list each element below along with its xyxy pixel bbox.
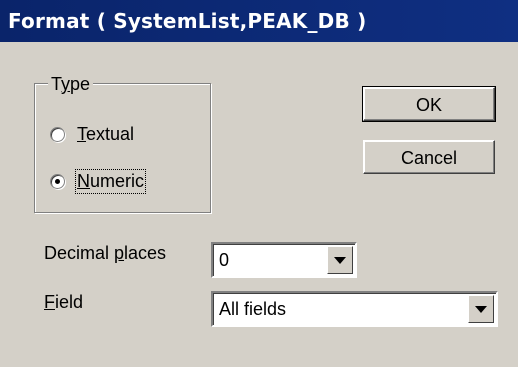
decimal-label-pre: Decimal [44,243,115,263]
type-group-label: Type [48,74,94,95]
radio-textual[interactable]: Textual [50,124,134,145]
field-label: Field [44,292,83,313]
arrow-glyph [475,305,487,313]
title-bar: Format ( SystemList,PEAK_DB ) [0,0,518,42]
format-dialog: Format ( SystemList,PEAK_DB ) Type Textu… [0,0,518,367]
chevron-down-icon[interactable] [468,295,494,323]
ok-button[interactable]: OK [362,86,496,122]
field-label-post: ield [55,292,84,312]
radio-textual-label[interactable]: Textual [77,124,134,145]
arrow-glyph [334,256,346,264]
chevron-down-icon[interactable] [327,246,353,274]
radio-selected-dot [55,179,60,184]
field-label-mnemonic: F [44,292,55,312]
decimal-places-combo[interactable]: 0 [211,242,357,278]
radio-numeric-rest: umeric [90,171,145,191]
radio-textual-mnemonic: T [77,124,86,144]
radio-numeric[interactable]: Numeric [50,169,147,194]
window-title: Format ( SystemList,PEAK_DB ) [8,9,367,33]
radio-textual-rest: extual [86,124,135,144]
type-label-mnemonic: y [61,74,71,94]
radio-numeric-label[interactable]: Numeric [74,169,147,194]
type-label-post: pe [70,74,91,94]
decimal-label-mnemonic: p [114,243,125,263]
field-combo[interactable]: All fields [211,291,498,327]
type-label-pre: T [51,74,62,94]
radio-icon[interactable] [50,127,65,142]
decimal-label-post: laces [124,243,167,263]
decimal-places-label: Decimal places [44,243,166,264]
radio-icon[interactable] [50,174,65,189]
type-groupbox [34,83,211,213]
cancel-button[interactable]: Cancel [363,140,495,174]
decimal-places-value: 0 [219,250,230,270]
radio-numeric-mnemonic: N [77,171,90,191]
field-value: All fields [219,299,287,319]
